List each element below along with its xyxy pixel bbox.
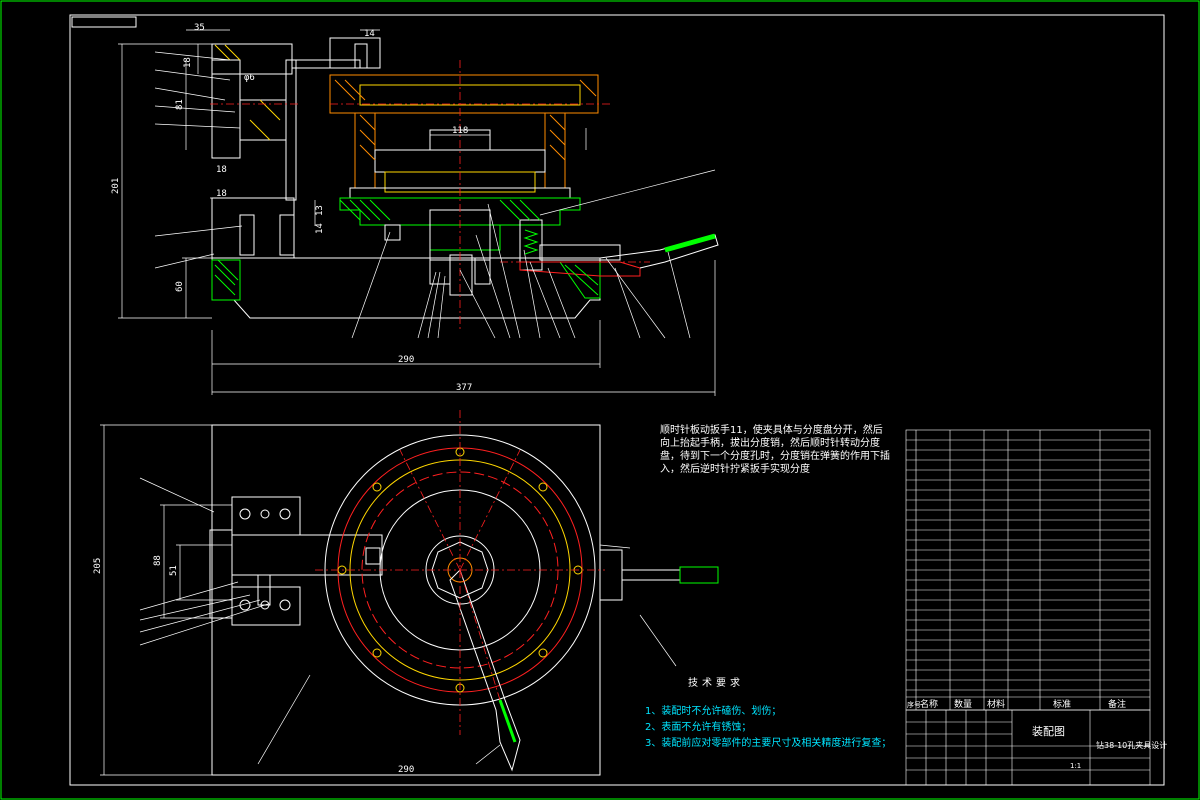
drawing-name: 装配图 [1032, 725, 1065, 738]
dim-201: 201 [111, 178, 121, 194]
dim-phi6: φ6 [244, 73, 255, 83]
dim-205: 205 [93, 558, 103, 574]
dim-118: 118 [452, 126, 468, 136]
dim-51: 51 [169, 565, 179, 576]
dim-290-top: 290 [398, 355, 414, 365]
dim-88: 88 [153, 555, 163, 566]
dim-18-mid: 18 [216, 165, 227, 175]
part-title: 钻38-10孔夹具设计 [1096, 740, 1167, 750]
front-view [211, 37, 719, 319]
dim-18-low: 18 [216, 189, 227, 199]
dim-18-top: 18 [183, 57, 193, 68]
bom-header-qty: 数量 [954, 698, 972, 710]
bom-header-remark: 备注 [1108, 698, 1126, 710]
drawing-border [69, 14, 1165, 786]
dim-14b: 14 [315, 223, 325, 234]
assembly-drawing: 35 14 18 81 φ6 201 18 18 60 13 14 118 29… [0, 0, 1200, 800]
scale-value: 1:1 [1070, 762, 1081, 770]
bom-header-material: 材料 [987, 698, 1005, 710]
top-view [209, 424, 719, 776]
top-leaders [139, 477, 677, 765]
top-centerlines [315, 410, 605, 735]
front-leaders [154, 51, 716, 339]
tech-requirements-title: 技术要求 [688, 678, 744, 689]
dim-290-bottom: 290 [398, 765, 414, 775]
dim-60: 60 [175, 281, 185, 292]
bom-header-index: 序号 [907, 700, 921, 709]
dim-377: 377 [456, 383, 472, 393]
bom-header-name: 名称 [920, 698, 938, 710]
bom-headers: 序号 名称 数量 材料 标准 备注 [907, 698, 1126, 710]
tech-requirement-2: 2、表面不允许有锈蚀； [645, 722, 752, 733]
tech-requirement-3: 3、装配前应对零部件的主要尺寸及相关精度进行复查； [645, 738, 892, 749]
bom-header-standard: 标准 [1053, 698, 1071, 710]
dim-13: 13 [315, 205, 325, 216]
dim-35: 35 [194, 23, 205, 33]
drawing-code-box [71, 16, 137, 28]
operation-note: 顺时针板动扳手11，使夹具体与分度盘分开，然后向上抬起手柄，拔出分度销，然后顺时… [660, 425, 890, 475]
tech-requirement-1: 1、装配时不允许磕伤、划伤； [645, 706, 782, 717]
dim-14: 14 [364, 29, 375, 39]
bill-of-materials [905, 429, 1151, 711]
dim-81: 81 [175, 99, 185, 110]
